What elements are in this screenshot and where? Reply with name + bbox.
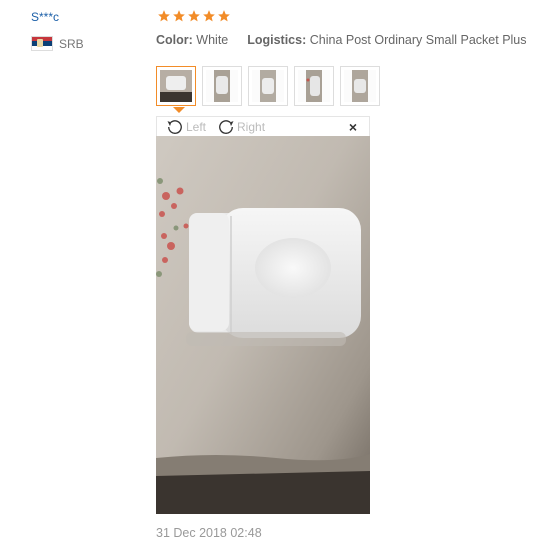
rotate-right-label: Right <box>237 119 266 134</box>
rotate-right-icon <box>219 119 234 134</box>
star-rating <box>157 9 231 23</box>
reviewer-country: SRB <box>31 36 84 51</box>
thumbnail-image <box>160 70 192 102</box>
thumbnail-image <box>252 70 284 102</box>
thumbnail-image <box>344 70 376 102</box>
photo-thumbnail[interactable] <box>248 66 288 106</box>
star-icon <box>187 9 201 23</box>
color-value: White <box>196 33 229 47</box>
reviewer-name[interactable]: S***c <box>31 10 59 24</box>
star-icon <box>172 9 186 23</box>
logistics-value: China Post Ordinary Small Packet Plus <box>309 33 527 47</box>
star-icon <box>157 9 171 23</box>
order-attributes: Color: White Logistics: China Post Ordin… <box>156 33 527 47</box>
logistics-label: Logistics: <box>247 33 307 47</box>
review-photo[interactable] <box>156 136 370 514</box>
photo-thumbnail[interactable] <box>202 66 242 106</box>
photo-thumbnail[interactable] <box>294 66 334 106</box>
star-icon <box>202 9 216 23</box>
rotate-left-button[interactable]: Left <box>165 117 206 137</box>
photo-viewer-toolbar: Left Right × <box>156 116 370 136</box>
close-viewer-button[interactable]: × <box>349 119 357 135</box>
star-icon <box>217 9 231 23</box>
rotate-left-label: Left <box>186 119 207 134</box>
photo-thumbnail[interactable] <box>340 66 380 106</box>
color-label: Color: <box>156 33 193 47</box>
review-date: 31 Dec 2018 02:48 <box>156 526 262 540</box>
country-code: SRB <box>59 36 84 51</box>
selected-thumbnail-caret <box>173 107 185 113</box>
rotate-left-icon <box>167 119 182 134</box>
rotate-right-button[interactable]: Right <box>216 117 265 137</box>
photo-thumbnails <box>156 66 380 106</box>
review-photo-image <box>156 136 370 514</box>
thumbnail-image <box>206 70 238 102</box>
photo-thumbnail[interactable] <box>156 66 196 106</box>
thumbnail-image <box>298 70 330 102</box>
serbia-flag-icon <box>31 36 53 51</box>
